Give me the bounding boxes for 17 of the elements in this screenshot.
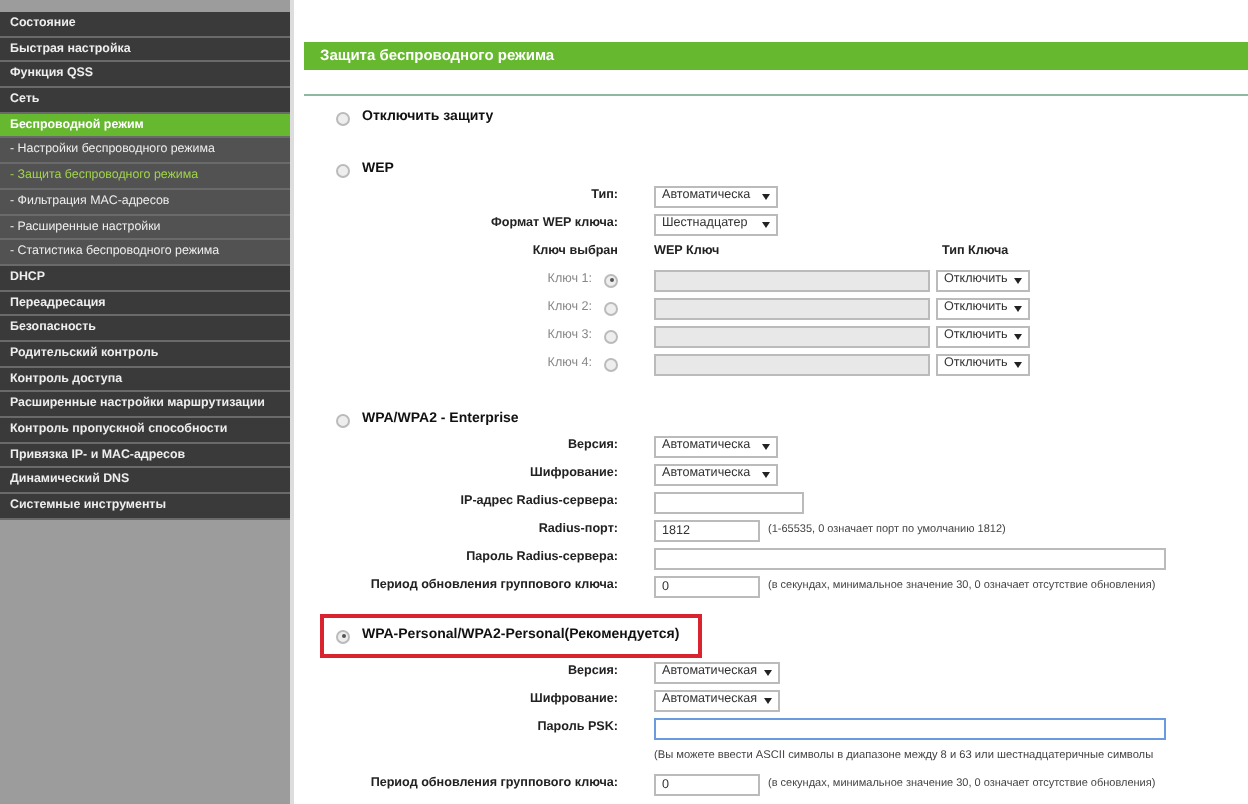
radio-button[interactable] — [336, 111, 350, 125]
input-field[interactable] — [654, 547, 1166, 569]
input-field[interactable] — [654, 491, 804, 513]
radio-button[interactable] — [336, 163, 350, 177]
caret-icon — [1014, 333, 1022, 339]
caret-icon — [1014, 305, 1022, 311]
radio-button[interactable] — [336, 413, 350, 427]
caret-icon — [762, 471, 770, 477]
caret-icon — [1014, 277, 1022, 283]
caret-icon — [762, 443, 770, 449]
radio-button[interactable] — [336, 629, 350, 643]
caret-icon — [763, 669, 772, 675]
caret-icon — [762, 221, 770, 227]
caret-icon — [762, 193, 770, 199]
caret-icon — [1014, 361, 1022, 367]
input-field[interactable] — [654, 717, 1166, 739]
caret-icon — [763, 697, 772, 703]
